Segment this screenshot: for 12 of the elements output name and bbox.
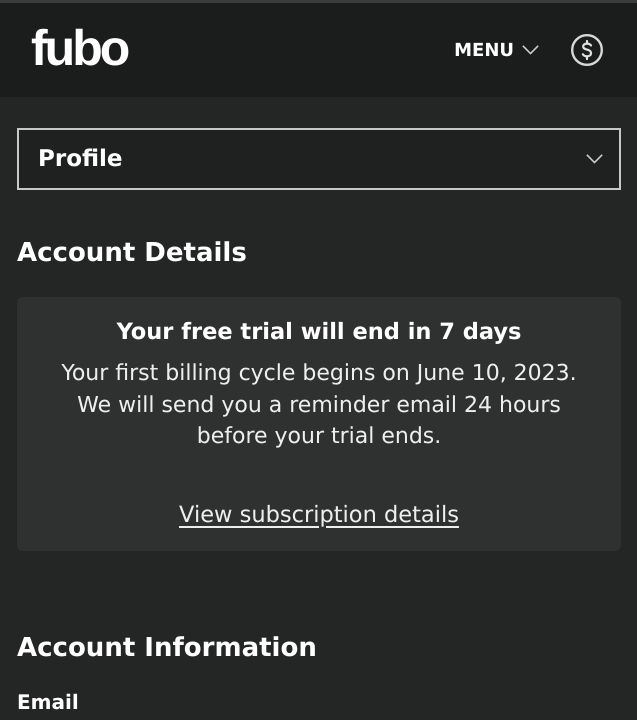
section-dropdown[interactable]: Profile	[17, 128, 621, 190]
chevron-down-icon	[586, 154, 603, 164]
dollar-circle-icon[interactable]	[571, 34, 603, 66]
chevron-down-icon	[522, 45, 539, 55]
logo[interactable]: fubo	[31, 23, 128, 73]
field-label: Email	[17, 688, 80, 714]
menu-button[interactable]: MENU	[454, 40, 539, 60]
trial-notice-title: Your free trial will end in 7 days	[116, 318, 522, 347]
section-heading: Account Information	[17, 632, 318, 664]
trial-notice-message: Your first billing cycle begins on June 10, 2023. We will send you a reminder email 24 hours before your trial ends.	[60, 360, 578, 451]
section-heading: Account Details	[17, 237, 248, 270]
subscription-details-link[interactable]: View subscription details	[179, 500, 459, 530]
